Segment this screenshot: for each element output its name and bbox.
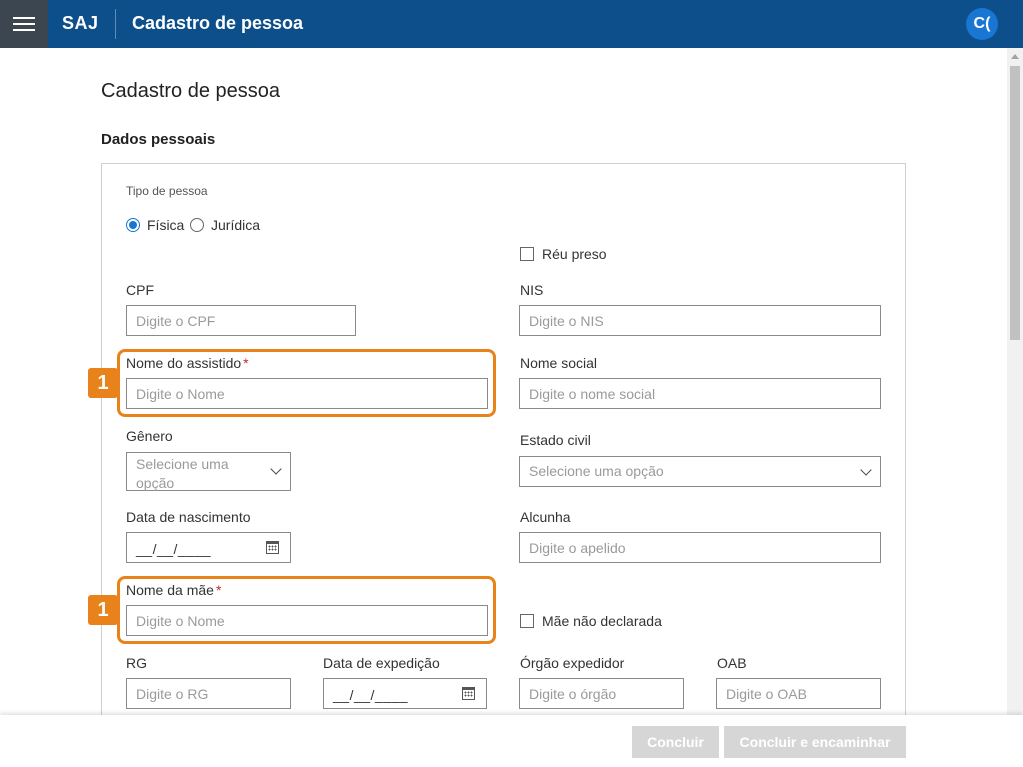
- hamburger-menu-icon[interactable]: [0, 0, 48, 48]
- footer-action-bar: Concluir Concluir e encaminhar: [0, 715, 1023, 767]
- calendar-icon[interactable]: [266, 541, 279, 554]
- concluir-encaminhar-button[interactable]: Concluir e encaminhar: [724, 726, 906, 758]
- cpf-label: CPF: [126, 282, 154, 298]
- header-title: Cadastro de pessoa: [132, 13, 304, 33]
- radio-fisica-label[interactable]: Física: [147, 217, 184, 233]
- genero-select[interactable]: Selecione uma opção: [126, 452, 291, 491]
- mae-nao-declarada-checkbox[interactable]: [520, 614, 534, 628]
- genero-select-value: Selecione uma opção: [136, 456, 229, 491]
- data-expedicao-label: Data de expedição: [323, 655, 440, 671]
- nome-social-label: Nome social: [520, 355, 598, 371]
- required-mark: *: [243, 355, 249, 371]
- estado-civil-select[interactable]: Selecione uma opção: [519, 456, 881, 487]
- data-expedicao-mask: __/__/____: [333, 687, 409, 703]
- scroll-up-arrow-icon[interactable]: [1011, 54, 1019, 59]
- radio-juridica[interactable]: [190, 218, 204, 232]
- tipo-pessoa-label: Tipo de pessoa: [126, 184, 208, 198]
- reu-preso-label[interactable]: Réu preso: [542, 246, 607, 262]
- reu-preso-checkbox[interactable]: [520, 247, 534, 261]
- scroll-thumb[interactable]: [1010, 66, 1020, 340]
- radio-juridica-label[interactable]: Jurídica: [211, 217, 260, 233]
- genero-label: Gênero: [126, 428, 173, 444]
- orgao-expedidor-label: Órgão expedidor: [520, 655, 625, 671]
- radio-fisica[interactable]: [126, 218, 140, 232]
- rg-input[interactable]: [126, 678, 291, 709]
- data-expedicao-input[interactable]: __/__/____: [323, 678, 487, 709]
- page-title: Cadastro de pessoa: [101, 80, 281, 102]
- nome-assistido-label: Nome do assistido *: [126, 355, 249, 371]
- alcunha-input[interactable]: [519, 532, 881, 563]
- oab-input[interactable]: [716, 678, 881, 709]
- nome-mae-label: Nome da mãe *: [126, 582, 222, 598]
- user-avatar[interactable]: C(: [966, 8, 998, 40]
- data-nascimento-input[interactable]: __/__/____: [126, 532, 291, 563]
- section-title: Dados pessoais: [101, 131, 216, 148]
- alcunha-label: Alcunha: [520, 509, 571, 525]
- cpf-input[interactable]: [126, 305, 356, 336]
- nis-label: NIS: [520, 282, 544, 298]
- concluir-button[interactable]: Concluir: [632, 726, 719, 758]
- rg-label: RG: [126, 655, 147, 671]
- required-mark: *: [215, 582, 222, 598]
- data-nascimento-label: Data de nascimento: [126, 509, 251, 525]
- oab-label: OAB: [717, 655, 747, 671]
- nome-assistido-input[interactable]: [126, 378, 488, 409]
- calendar-icon[interactable]: [462, 687, 475, 700]
- orgao-expedidor-input[interactable]: [519, 678, 684, 709]
- nome-mae-input[interactable]: [126, 605, 488, 636]
- page-scrollbar[interactable]: [1007, 48, 1023, 715]
- nis-input[interactable]: [519, 305, 881, 336]
- chevron-down-icon: [860, 464, 872, 476]
- data-nascimento-mask: __/__/____: [136, 541, 212, 557]
- nome-social-input[interactable]: [519, 378, 881, 409]
- step-marker-badge: 1: [88, 368, 118, 398]
- brand-logo[interactable]: SAJ: [62, 13, 99, 34]
- top-bar: SAJ Cadastro de pessoa C(: [0, 0, 1023, 48]
- mae-nao-declarada-label[interactable]: Mãe não declarada: [542, 613, 662, 629]
- step-marker-badge: 1: [88, 595, 118, 625]
- estado-civil-select-value: Selecione uma opção: [529, 463, 664, 479]
- header-divider: [115, 9, 116, 39]
- estado-civil-label: Estado civil: [520, 432, 591, 448]
- chevron-down-icon: [270, 463, 282, 475]
